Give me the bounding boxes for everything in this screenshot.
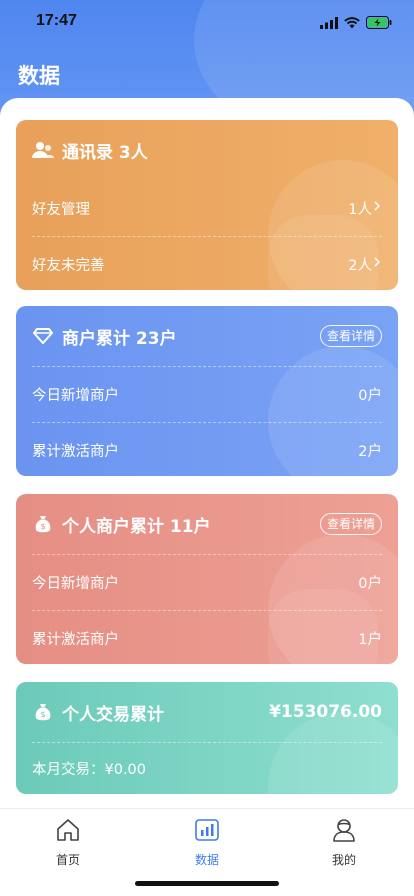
home-icon [53, 815, 83, 845]
contacts-card: 通讯录 3人 好友管理 1人 好友未完善 2人 [16, 120, 398, 290]
money-bag-icon: $ [32, 513, 54, 535]
money-bag-icon: $ [32, 701, 54, 723]
chart-icon [192, 815, 222, 845]
contacts-card-header: 通讯录 3人 [32, 120, 382, 180]
today-new-merchants-row: 今日新增商户 0户 [32, 366, 382, 422]
merchants-title: 商户累计 23户 [62, 328, 177, 349]
tab-data[interactable]: 数据 [167, 815, 247, 868]
chevron-right-icon [372, 200, 382, 216]
row-value: 2人 [348, 254, 382, 275]
row-value: 2户 [358, 443, 382, 460]
tab-home[interactable]: 首页 [28, 815, 108, 868]
row-value: 0户 [358, 575, 382, 592]
users-icon [32, 139, 54, 161]
chevron-right-icon [372, 256, 382, 272]
contacts-title: 通讯录 3人 [62, 142, 148, 163]
status-bar: 17:47 [0, 0, 414, 44]
personal-merchants-title: 个人商户累计 11户 [62, 516, 211, 537]
merchants-card-header: 商户累计 23户 查看详情 [32, 306, 382, 366]
row-label: 好友管理 [32, 201, 90, 218]
merchants-card: 商户累计 23户 查看详情 今日新增商户 0户 累计激活商户 2户 [16, 306, 398, 476]
incomplete-friends-row[interactable]: 好友未完善 2人 [32, 236, 382, 290]
tab-label: 数据 [194, 853, 219, 867]
battery-charging-icon [366, 14, 392, 33]
page-title: 数据 [18, 64, 60, 88]
row-label: 累计激活商户 [32, 631, 119, 648]
row-value-text: 1人 [348, 201, 372, 218]
profile-icon [329, 815, 359, 845]
total-activated-merchants-row: 累计激活商户 2户 [32, 422, 382, 476]
friend-management-row[interactable]: 好友管理 1人 [32, 180, 382, 236]
view-details-button[interactable]: 查看详情 [319, 513, 382, 535]
row-label: 今日新增商户 [32, 387, 119, 404]
row-value-text: 2人 [348, 257, 372, 274]
wifi-icon [344, 14, 360, 33]
row-value: 1户 [358, 631, 382, 648]
personal-merchants-card-header: $ 个人商户累计 11户 查看详情 [32, 494, 382, 554]
row-value: 1人 [348, 198, 382, 219]
transactions-card: $ 个人交易累计 ¥153076.00 本月交易：¥0.00 [16, 682, 398, 794]
tab-profile[interactable]: 我的 [304, 815, 384, 868]
status-icons [320, 14, 392, 33]
svg-text:$: $ [40, 710, 45, 719]
row-value: 0户 [358, 387, 382, 404]
monthly-transactions-row: 本月交易：¥0.00 [32, 742, 382, 794]
diamond-icon [32, 325, 54, 347]
transactions-total: ¥153076.00 [269, 702, 382, 722]
tab-label: 我的 [331, 853, 356, 867]
status-time: 17:47 [36, 12, 77, 29]
signal-icon [320, 14, 338, 33]
row-label: 本月交易：¥0.00 [32, 761, 147, 778]
transactions-title: 个人交易累计 [62, 704, 164, 725]
total-activated-merchants-row: 累计激活商户 1户 [32, 610, 382, 664]
tab-label: 首页 [55, 853, 80, 867]
svg-text:$: $ [40, 522, 45, 531]
transactions-card-header: $ 个人交易累计 ¥153076.00 [32, 682, 382, 742]
row-label: 今日新增商户 [32, 575, 119, 592]
today-new-merchants-row: 今日新增商户 0户 [32, 554, 382, 610]
personal-merchants-card: $ 个人商户累计 11户 查看详情 今日新增商户 0户 累计激活商户 1户 [16, 494, 398, 664]
home-indicator [135, 881, 279, 886]
row-label: 累计激活商户 [32, 443, 119, 460]
view-details-button[interactable]: 查看详情 [319, 325, 382, 347]
row-label: 好友未完善 [32, 257, 105, 274]
